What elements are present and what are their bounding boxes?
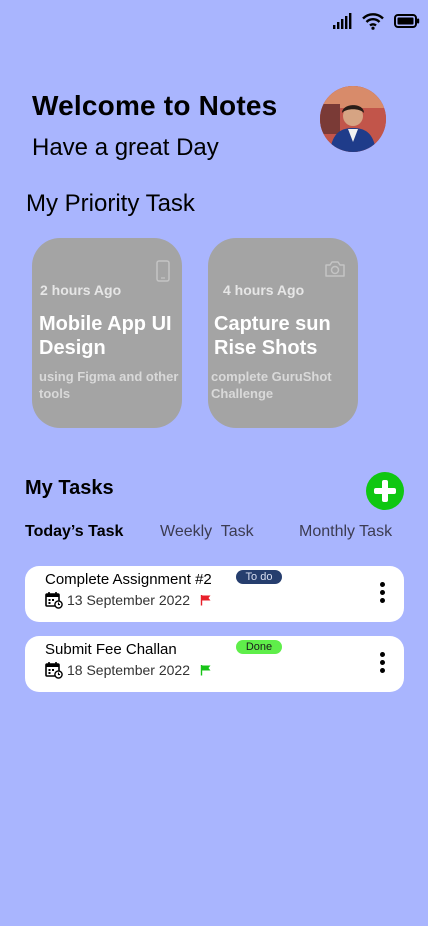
page-subtitle: Have a great Day bbox=[32, 134, 219, 161]
tasks-section-title: My Tasks bbox=[25, 477, 114, 499]
task-date-row: 18 September 2022 bbox=[45, 661, 212, 679]
task-date-row: 13 September 2022 bbox=[45, 591, 212, 609]
header: Welcome to Notes Have a great Day bbox=[32, 90, 277, 162]
card-title: Capture sun Rise Shots bbox=[214, 313, 331, 359]
task-date: 13 September 2022 bbox=[67, 592, 190, 608]
tab-today[interactable]: Today’s Task bbox=[25, 523, 123, 541]
more-options-button[interactable] bbox=[376, 582, 388, 606]
task-item[interactable]: Submit Fee Challan Done 18 September 202… bbox=[25, 636, 404, 692]
flag-icon bbox=[200, 595, 211, 606]
tab-weekly[interactable]: Weekly Task bbox=[160, 523, 254, 541]
tab-monthly[interactable]: Monthly Task bbox=[299, 523, 392, 541]
card-description: using Figma and other tools bbox=[39, 369, 179, 401]
card-title: Mobile App UI Design bbox=[39, 313, 172, 359]
task-item[interactable]: Complete Assignment #2 To do 13 Septembe… bbox=[25, 566, 404, 622]
task-tabs: Today’s Task Weekly Task Monthly Task bbox=[0, 523, 428, 545]
page-title: Welcome to Notes bbox=[32, 90, 278, 121]
signal-icon bbox=[333, 13, 352, 29]
status-badge: To do bbox=[236, 570, 282, 584]
calendar-clock-icon bbox=[45, 662, 63, 679]
priority-card-mobile-app[interactable]: 2 hours Ago Mobile App UI Design using F… bbox=[32, 238, 182, 428]
card-description: complete GuruShot Challenge bbox=[211, 369, 332, 401]
camera-icon bbox=[325, 261, 345, 277]
card-time: 2 hours Ago bbox=[40, 282, 122, 298]
card-time: 4 hours Ago bbox=[223, 282, 305, 298]
flag-icon bbox=[200, 665, 211, 676]
mobile-phone-icon bbox=[156, 260, 170, 282]
more-options-button[interactable] bbox=[376, 652, 388, 676]
status-bar bbox=[332, 12, 420, 30]
task-name: Complete Assignment #2 bbox=[45, 571, 212, 588]
priority-card-sunrise[interactable]: 4 hours Ago Capture sun Rise Shots compl… bbox=[208, 238, 358, 428]
task-date: 18 September 2022 bbox=[67, 662, 190, 678]
calendar-clock-icon bbox=[45, 592, 63, 609]
avatar[interactable] bbox=[320, 86, 386, 152]
add-task-button[interactable] bbox=[366, 472, 404, 510]
battery-icon bbox=[394, 14, 420, 28]
priority-section-title: My Priority Task bbox=[26, 190, 195, 217]
wifi-icon bbox=[362, 13, 384, 30]
status-badge: Done bbox=[236, 640, 282, 654]
task-name: Submit Fee Challan bbox=[45, 641, 177, 658]
